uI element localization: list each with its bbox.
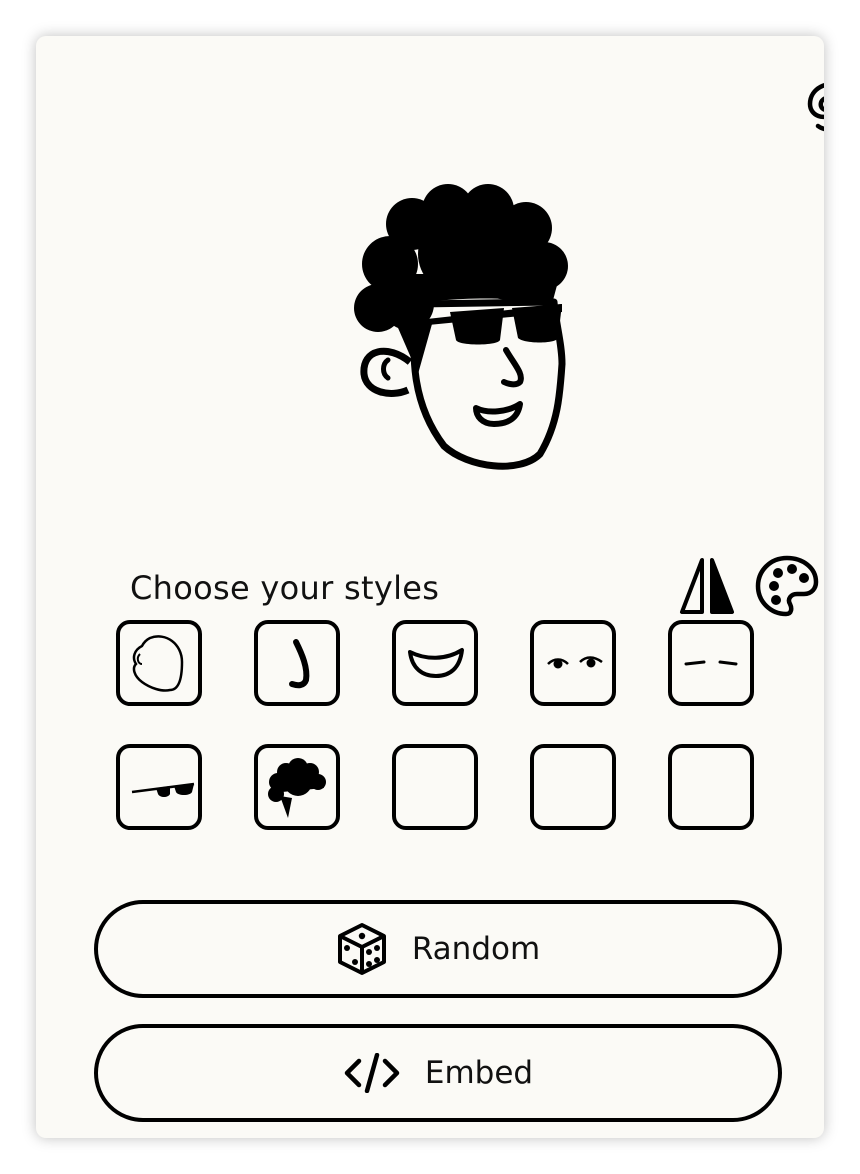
- style-option-mouth[interactable]: [392, 620, 478, 706]
- style-option-hair[interactable]: [254, 744, 340, 830]
- spiral-logo-icon[interactable]: [802, 74, 824, 134]
- eyebrows-icon: [684, 660, 738, 666]
- dice-icon: [337, 923, 386, 975]
- face-shape-icon: [132, 635, 184, 692]
- random-button[interactable]: Random: [94, 900, 782, 998]
- style-option-eyebrows[interactable]: [668, 620, 754, 706]
- embed-button[interactable]: Embed: [94, 1024, 782, 1122]
- color-palette-icon[interactable]: [754, 554, 820, 618]
- avatar-preview: [354, 184, 568, 470]
- embed-button-label: Embed: [424, 1055, 534, 1091]
- style-option-empty-3[interactable]: [668, 744, 754, 830]
- flip-horizontal-icon[interactable]: [678, 556, 736, 618]
- avatar-editor-card: Choose your styles Random Embed: [36, 36, 824, 1138]
- smile-mouth-icon: [408, 648, 464, 678]
- style-option-empty-1[interactable]: [392, 744, 478, 830]
- sunglasses-icon: [131, 782, 195, 797]
- style-option-empty-2[interactable]: [530, 744, 616, 830]
- random-button-label: Random: [411, 931, 541, 967]
- code-brackets-icon: [344, 1053, 400, 1093]
- styles-heading: Choose your styles: [130, 569, 440, 607]
- style-option-nose[interactable]: [254, 620, 340, 706]
- curly-hair-icon: [268, 758, 326, 818]
- style-option-glasses[interactable]: [116, 744, 202, 830]
- nose-icon: [289, 639, 310, 689]
- style-option-face[interactable]: [116, 620, 202, 706]
- eyes-icon: [547, 656, 603, 669]
- style-option-eyes[interactable]: [530, 620, 616, 706]
